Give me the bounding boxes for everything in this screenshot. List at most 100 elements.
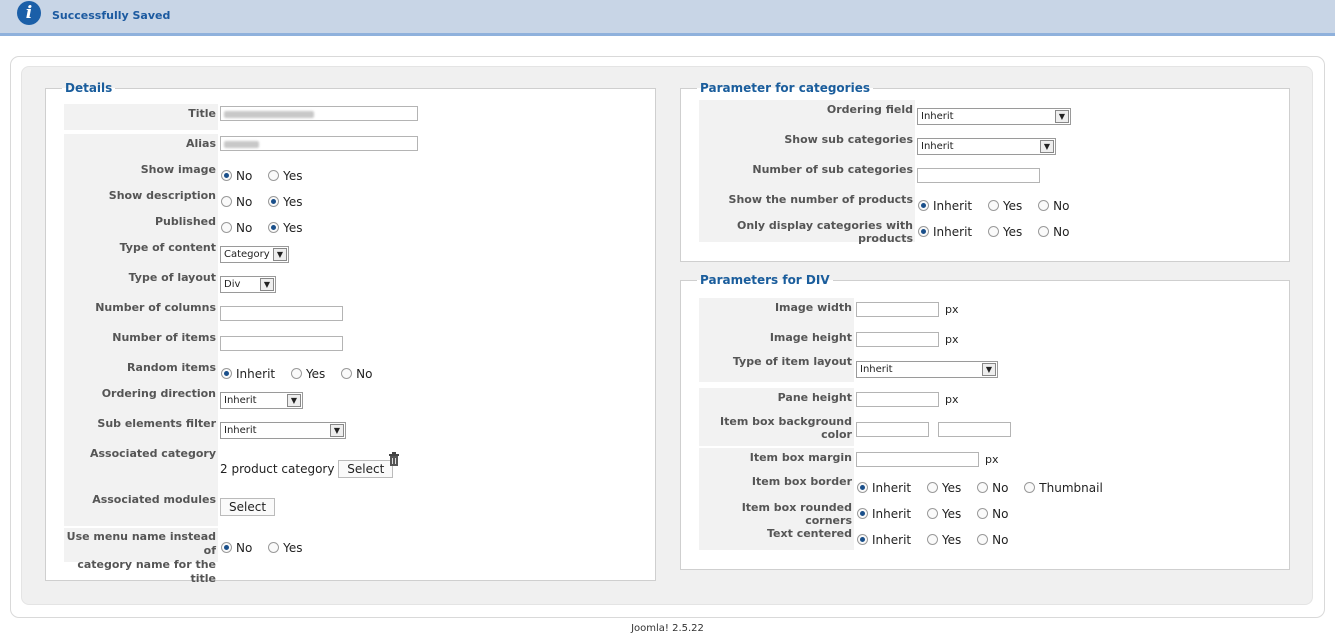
image-width-unit: px <box>945 303 959 316</box>
use-menu-name-no-radio[interactable] <box>221 542 232 553</box>
image-height-label: Image height <box>699 328 854 352</box>
item-box-rounded-yes-radio[interactable] <box>926 508 938 519</box>
associated-category-select-button[interactable]: Select <box>338 460 394 478</box>
show-sub-categories-select[interactable]: Inherit ▼ <box>917 138 1056 155</box>
random-items-inherit-radio[interactable] <box>221 368 232 379</box>
image-height-input[interactable] <box>856 332 939 347</box>
text-centered-yes-radio[interactable] <box>926 534 938 545</box>
ordering-field-select[interactable]: Inherit ▼ <box>917 108 1071 125</box>
type-of-content-value: Category <box>224 249 270 260</box>
item-box-bg-label: Item box background color <box>699 412 854 446</box>
div-legend: Parameters for DIV <box>700 273 830 287</box>
sub-elements-filter-select[interactable]: Inherit ▼ <box>220 422 346 439</box>
show-number-products-yes-radio[interactable] <box>987 200 999 211</box>
use-menu-name-label-line1: Use menu name instead of <box>66 530 216 557</box>
item-box-rounded-label: Item box rounded corners <box>699 498 854 527</box>
ordering-direction-value: Inherit <box>224 395 257 406</box>
only-display-label: Only display categories with products <box>699 216 915 245</box>
item-box-border-inherit-radio[interactable] <box>857 482 868 493</box>
item-box-border-label: Item box border <box>699 472 854 498</box>
item-box-border-thumbnail-label: Thumbnail <box>1039 480 1103 495</box>
text-centered-inherit-radio[interactable] <box>857 534 868 545</box>
chevron-down-icon: ▼ <box>982 363 996 376</box>
ordering-field-value: Inherit <box>921 111 954 122</box>
item-box-margin-input[interactable] <box>856 452 979 467</box>
published-yes-radio[interactable] <box>268 222 280 233</box>
chevron-down-icon: ▼ <box>260 278 274 291</box>
image-width-label: Image width <box>699 298 854 328</box>
show-sub-categories-label: Show sub categories <box>699 130 915 160</box>
number-sub-categories-input[interactable] <box>917 168 1040 183</box>
number-of-columns-label: Number of columns <box>64 298 218 328</box>
item-box-rounded-no-radio[interactable] <box>977 508 989 519</box>
info-icon: i <box>17 1 41 25</box>
show-image-no-label: No <box>236 168 253 183</box>
trash-icon[interactable] <box>388 452 400 469</box>
item-box-border-no-radio[interactable] <box>977 482 989 493</box>
item-box-margin-unit: px <box>985 453 999 466</box>
show-image-yes-label: Yes <box>283 168 303 183</box>
sub-elements-filter-value: Inherit <box>224 425 257 436</box>
number-of-items-input[interactable] <box>220 336 343 351</box>
type-of-content-label: Type of content <box>64 238 218 268</box>
image-height-unit: px <box>945 333 959 346</box>
show-image-yes-radio[interactable] <box>268 170 280 181</box>
item-box-rounded-inherit-label: Inherit <box>872 506 912 521</box>
only-display-no-label: No <box>1053 224 1070 239</box>
use-menu-name-yes-label: Yes <box>283 540 303 555</box>
show-number-products-yes-label: Yes <box>1002 198 1023 213</box>
title-input[interactable] <box>220 106 418 121</box>
published-no-radio[interactable] <box>221 222 232 233</box>
random-items-no-label: No <box>356 366 373 381</box>
type-item-layout-select[interactable]: Inherit ▼ <box>856 361 998 378</box>
associated-category-text: 2 product category <box>220 462 335 476</box>
random-items-label: Random items <box>64 358 218 384</box>
pane-height-input[interactable] <box>856 392 939 407</box>
text-centered-no-radio[interactable] <box>977 534 989 545</box>
ordering-field-label: Ordering field <box>699 100 915 130</box>
image-width-input[interactable] <box>856 302 939 317</box>
text-centered-no-label: No <box>992 532 1009 547</box>
alias-label: Alias <box>64 134 218 160</box>
show-number-products-inherit-radio[interactable] <box>918 200 929 211</box>
random-items-yes-radio[interactable] <box>290 368 302 379</box>
type-of-layout-select[interactable]: Div ▼ <box>220 276 276 293</box>
chevron-down-icon: ▼ <box>287 394 301 407</box>
text-centered-inherit-label: Inherit <box>872 532 912 547</box>
random-items-inherit-label: Inherit <box>236 366 276 381</box>
random-items-no-radio[interactable] <box>341 368 353 379</box>
item-box-rounded-no-label: No <box>992 506 1009 521</box>
type-of-content-select[interactable]: Category ▼ <box>220 246 289 263</box>
item-box-rounded-inherit-radio[interactable] <box>857 508 868 519</box>
item-box-border-yes-radio[interactable] <box>926 482 938 493</box>
show-number-products-no-radio[interactable] <box>1038 200 1050 211</box>
only-display-yes-radio[interactable] <box>987 226 999 237</box>
use-menu-name-label: Use menu name instead of category name f… <box>64 528 218 585</box>
footer-version: Joomla! 2.5.22 <box>631 623 704 634</box>
show-description-label: Show description <box>64 186 218 212</box>
use-menu-name-no-label: No <box>236 540 253 555</box>
alias-input[interactable] <box>220 136 418 151</box>
item-box-rounded-yes-label: Yes <box>941 506 962 521</box>
only-display-yes-label: Yes <box>1002 224 1023 239</box>
text-centered-label: Text centered <box>699 524 854 550</box>
only-display-no-radio[interactable] <box>1038 226 1050 237</box>
text-centered-yes-label: Yes <box>941 532 962 547</box>
item-box-bg-input-2[interactable] <box>937 422 1011 437</box>
show-image-no-radio[interactable] <box>221 170 232 181</box>
message-bar: i Successfully Saved <box>0 0 1335 36</box>
show-description-yes-radio[interactable] <box>268 196 280 207</box>
only-display-inherit-radio[interactable] <box>918 226 929 237</box>
show-description-no-radio[interactable] <box>221 196 232 207</box>
use-menu-name-yes-radio[interactable] <box>268 542 280 553</box>
type-item-layout-label: Type of item layout <box>699 352 854 382</box>
item-box-bg-input-1[interactable] <box>856 422 929 437</box>
show-image-label: Show image <box>64 160 218 186</box>
item-box-border-no-label: No <box>992 480 1009 495</box>
item-box-border-thumbnail-radio[interactable] <box>1024 482 1036 493</box>
item-box-border-inherit-label: Inherit <box>872 480 912 495</box>
ordering-direction-select[interactable]: Inherit ▼ <box>220 392 303 409</box>
categories-legend: Parameter for categories <box>700 81 870 95</box>
number-of-columns-input[interactable] <box>220 306 343 321</box>
associated-modules-select-button[interactable]: Select <box>220 498 276 516</box>
